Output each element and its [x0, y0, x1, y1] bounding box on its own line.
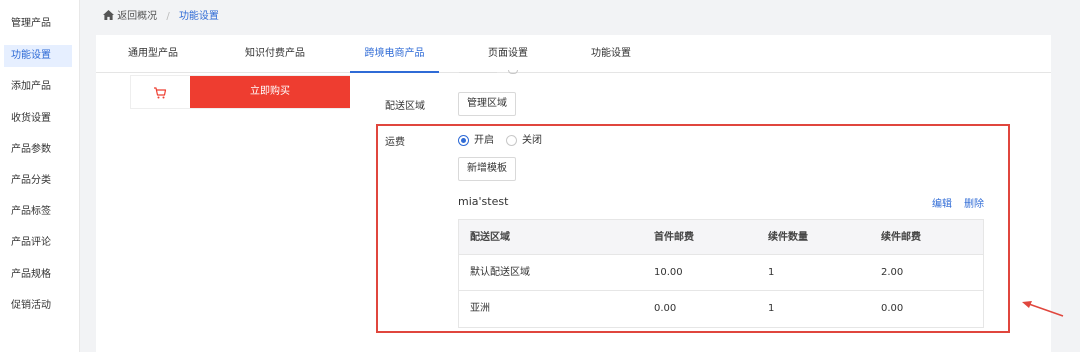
delete-template-link[interactable]: 删除	[964, 195, 984, 210]
sidebar-item-product-reviews[interactable]: 产品评论	[4, 232, 72, 254]
annotation-arrow-icon	[1022, 301, 1064, 317]
table-cell: 10.00	[654, 267, 683, 278]
radio-label: 关闭	[522, 135, 542, 146]
column-header: 配送区域	[470, 232, 510, 243]
sidebar-item-product-params[interactable]: 产品参数	[4, 139, 72, 161]
table-row: 亚洲 0.00 1 0.00	[459, 291, 983, 327]
tab-page-settings[interactable]: 页面设置	[478, 35, 538, 73]
cart-icon[interactable]	[153, 86, 167, 100]
template-name: mia'stest	[458, 195, 509, 208]
sidebar-item-receiving-settings[interactable]: 收货设置	[4, 108, 72, 130]
table-cell: 2.00	[881, 267, 904, 278]
table-cell: 1	[768, 303, 775, 314]
table-header: 配送区域 首件邮费 续件数量 续件邮费	[459, 220, 983, 255]
table-cell: 默认配送区域	[470, 267, 530, 278]
sidebar-item-add-product[interactable]: 添加产品	[4, 76, 72, 98]
sidebar-item-promotions[interactable]: 促销活动	[4, 295, 72, 317]
table-cell: 1	[768, 267, 775, 278]
partial-option-line	[459, 72, 497, 73]
manage-area-button[interactable]: 管理区域	[458, 92, 516, 116]
tab-bar: 通用型产品 知识付费产品 跨境电商产品 页面设置 功能设置	[96, 35, 1051, 73]
product-preview-bar: 立即购买	[130, 75, 350, 109]
tab-cross-border-product[interactable]: 跨境电商产品	[350, 35, 439, 73]
column-header: 首件邮费	[654, 232, 694, 243]
sidebar: 管理产品 功能设置 添加产品 收货设置 产品参数 产品分类 产品标签 产品评论 …	[0, 0, 80, 352]
table-cell: 亚洲	[470, 303, 490, 314]
shipping-template-table: 配送区域 首件邮费 续件数量 续件邮费 默认配送区域 10.00 1 2.00 …	[458, 219, 984, 328]
sidebar-item-manage-products[interactable]: 管理产品	[4, 13, 72, 35]
add-template-button[interactable]: 新增模板	[458, 157, 516, 181]
table-row: 默认配送区域 10.00 1 2.00	[459, 255, 983, 291]
column-header: 续件邮费	[881, 232, 921, 243]
table-cell: 0.00	[881, 303, 904, 314]
edit-template-link[interactable]: 编辑	[932, 195, 952, 210]
tab-general-product[interactable]: 通用型产品	[118, 35, 188, 73]
tab-feature-settings[interactable]: 功能设置	[581, 35, 641, 73]
breadcrumb: 返回概况 / 功能设置	[103, 9, 219, 25]
sidebar-item-feature-settings[interactable]: 功能设置	[4, 45, 72, 67]
delivery-area-label: 配送区域	[385, 101, 425, 112]
column-header: 续件数量	[768, 232, 808, 243]
radio-dot	[506, 135, 517, 146]
buy-now-button[interactable]: 立即购买	[190, 76, 350, 108]
table-cell: 0.00	[654, 303, 677, 314]
radio-dot	[458, 135, 469, 146]
tab-knowledge-product[interactable]: 知识付费产品	[233, 35, 317, 73]
shipping-label: 运费	[385, 137, 405, 148]
radio-label: 开启	[474, 135, 494, 146]
breadcrumb-current: 功能设置	[178, 11, 219, 22]
sidebar-item-product-specs[interactable]: 产品规格	[4, 264, 72, 286]
breadcrumb-back-link[interactable]: 返回概况	[117, 11, 157, 22]
sidebar-item-product-tags[interactable]: 产品标签	[4, 201, 72, 223]
breadcrumb-separator: /	[166, 11, 170, 22]
home-icon	[103, 10, 114, 20]
sidebar-item-product-category[interactable]: 产品分类	[4, 170, 72, 192]
